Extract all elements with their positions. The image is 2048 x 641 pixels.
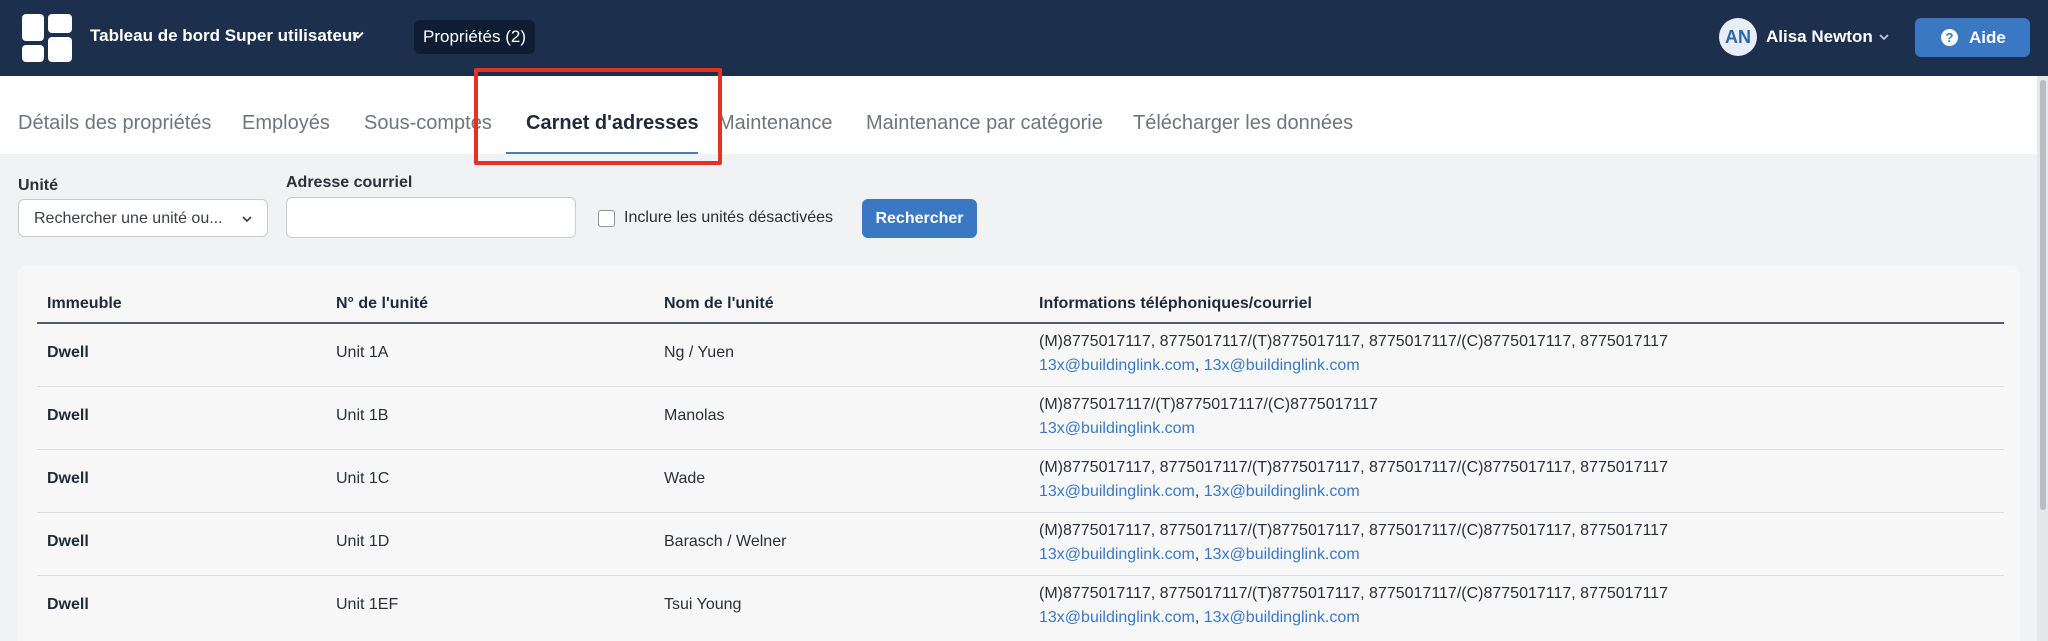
cell-phones: (M)8775017117, 8775017117/(T)8775017117,…	[1039, 522, 1668, 539]
top-navigation-bar: Tableau de bord Super utilisateur Propri…	[0, 0, 2048, 76]
column-header-contact-info: Informations téléphoniques/courriel	[1039, 295, 1312, 312]
email-link[interactable]: 13x@buildinglink.com	[1204, 609, 1360, 626]
table-row[interactable]: Dwell Unit 1A Ng / Yuen (M)8775017117, 8…	[37, 324, 2004, 387]
column-header-unit-name: Nom de l'unité	[664, 295, 774, 312]
email-link[interactable]: 13x@buildinglink.com	[1204, 546, 1360, 563]
email-field[interactable]	[286, 197, 576, 238]
email-link[interactable]: 13x@buildinglink.com	[1204, 357, 1360, 374]
cell-unit-number: Unit 1B	[336, 407, 389, 424]
email-separator: ,	[1194, 357, 1204, 374]
email-separator: ,	[1194, 546, 1204, 563]
column-header-building: Immeuble	[47, 295, 122, 312]
email-link[interactable]: 13x@buildinglink.com	[1204, 483, 1360, 500]
email-link[interactable]: 13x@buildinglink.com	[1039, 546, 1195, 563]
cell-phones: (M)8775017117, 8775017117/(T)8775017117,…	[1039, 333, 1668, 350]
grid-logo-icon[interactable]	[22, 14, 72, 62]
chevron-down-icon	[242, 216, 252, 223]
chevron-down-icon[interactable]	[1877, 30, 1891, 44]
dashboard-title[interactable]: Tableau de bord Super utilisateur	[90, 26, 359, 46]
help-label: Aide	[1969, 28, 2006, 47]
search-button[interactable]: Rechercher	[862, 199, 977, 238]
cell-emails: 13x@buildinglink.com, 13x@buildinglink.c…	[1039, 546, 1360, 564]
cell-building: Dwell	[47, 407, 89, 424]
unit-select-value: Rechercher une unité ou...	[34, 210, 223, 227]
chevron-down-icon[interactable]	[350, 27, 366, 43]
cell-emails: 13x@buildinglink.com	[1039, 420, 1195, 438]
cell-unit-number: Unit 1C	[336, 470, 390, 487]
tab-sub-accounts[interactable]: Sous-comptes	[364, 112, 492, 135]
tab-bar: Détails des propriétés Employés Sous-com…	[0, 76, 2048, 154]
email-link[interactable]: 13x@buildinglink.com	[1039, 609, 1195, 626]
table-row[interactable]: Dwell Unit 1EF Tsui Young (M)8775017117,…	[37, 576, 2004, 641]
unit-label: Unité	[18, 177, 58, 194]
question-circle-icon: ?	[1941, 29, 1958, 46]
cell-unit-name: Ng / Yuen	[664, 344, 734, 361]
cell-emails: 13x@buildinglink.com, 13x@buildinglink.c…	[1039, 357, 1360, 375]
email-link[interactable]: 13x@buildinglink.com	[1039, 420, 1195, 437]
tab-property-details[interactable]: Détails des propriétés	[18, 112, 211, 135]
properties-pill[interactable]: Propriétés (2)	[414, 20, 535, 54]
cell-phones: (M)8775017117, 8775017117/(T)8775017117,…	[1039, 585, 1668, 602]
scrollbar-thumb[interactable]	[2040, 80, 2046, 510]
tab-maintenance-by-category[interactable]: Maintenance par catégorie	[866, 112, 1103, 135]
avatar[interactable]: AN	[1719, 18, 1757, 56]
help-button[interactable]: ? Aide	[1915, 18, 2030, 57]
user-name[interactable]: Alisa Newton	[1766, 27, 1873, 47]
tab-employees[interactable]: Employés	[242, 112, 330, 135]
unit-select[interactable]: Rechercher une unité ou...	[18, 199, 268, 237]
cell-emails: 13x@buildinglink.com, 13x@buildinglink.c…	[1039, 609, 1360, 627]
cell-emails: 13x@buildinglink.com, 13x@buildinglink.c…	[1039, 483, 1360, 501]
email-link[interactable]: 13x@buildinglink.com	[1039, 483, 1195, 500]
highlight-annotation	[474, 68, 722, 165]
include-disabled-label[interactable]: Inclure les unités désactivées	[624, 209, 833, 227]
email-separator: ,	[1194, 483, 1204, 500]
cell-unit-name: Wade	[664, 470, 706, 487]
cell-unit-name: Tsui Young	[664, 596, 742, 613]
table-row[interactable]: Dwell Unit 1B Manolas (M)8775017117/(T)8…	[37, 387, 2004, 450]
email-label: Adresse courriel	[286, 174, 413, 191]
cell-building: Dwell	[47, 596, 89, 613]
cell-unit-number: Unit 1A	[336, 344, 389, 361]
cell-unit-name: Manolas	[664, 407, 725, 424]
cell-unit-name: Barasch / Welner	[664, 533, 787, 550]
table-row[interactable]: Dwell Unit 1D Barasch / Welner (M)877501…	[37, 513, 2004, 576]
table-row[interactable]: Dwell Unit 1C Wade (M)8775017117, 877501…	[37, 450, 2004, 513]
cell-phones: (M)8775017117/(T)8775017117/(C)877501711…	[1039, 396, 1378, 413]
cell-phones: (M)8775017117, 8775017117/(T)8775017117,…	[1039, 459, 1668, 476]
cell-building: Dwell	[47, 344, 89, 361]
column-header-unit-number: N° de l'unité	[336, 295, 428, 312]
include-disabled-checkbox[interactable]	[598, 210, 615, 227]
cell-building: Dwell	[47, 470, 89, 487]
tab-maintenance[interactable]: Maintenance	[718, 112, 833, 135]
cell-unit-number: Unit 1D	[336, 533, 390, 550]
email-separator: ,	[1194, 609, 1204, 626]
cell-building: Dwell	[47, 533, 89, 550]
email-link[interactable]: 13x@buildinglink.com	[1039, 357, 1195, 374]
cell-unit-number: Unit 1EF	[336, 596, 399, 613]
tab-download-data[interactable]: Télécharger les données	[1133, 112, 1353, 135]
